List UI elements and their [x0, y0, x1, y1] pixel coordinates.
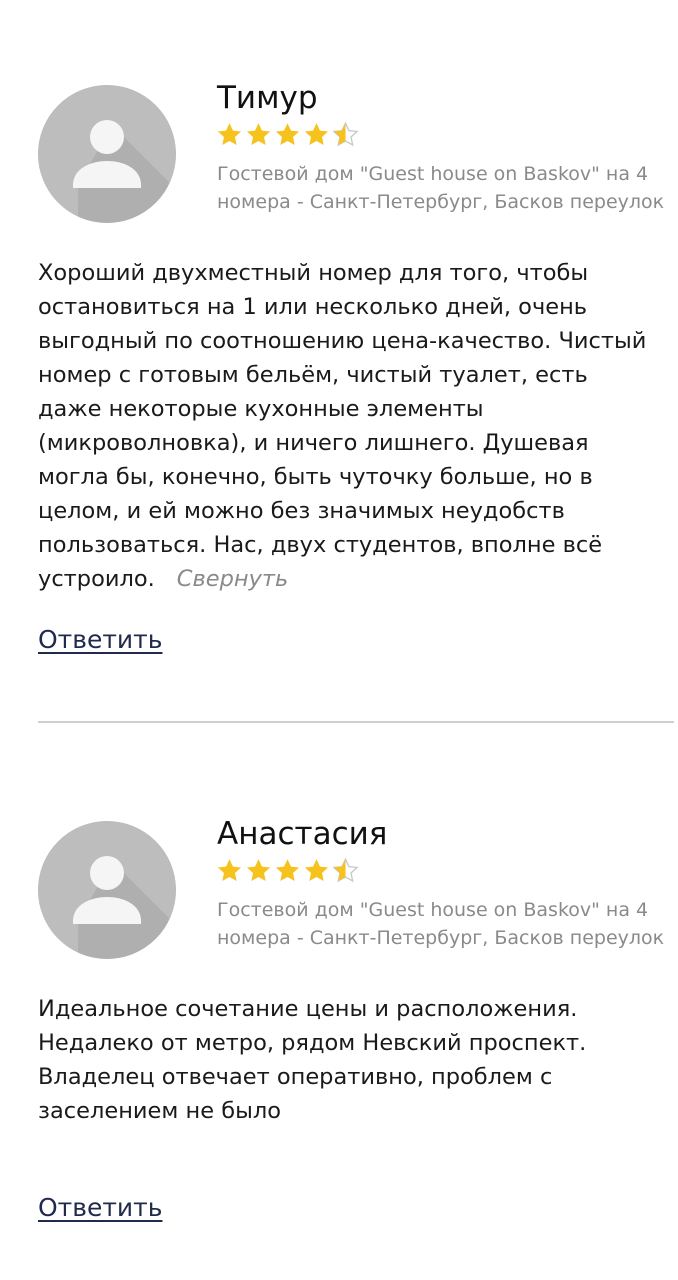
star-icon: [217, 859, 242, 882]
star-icon: [246, 859, 271, 882]
default-user-icon: [38, 821, 176, 959]
reply-link[interactable]: Ответить: [38, 622, 162, 658]
avatar: [38, 821, 176, 959]
rating-stars: [216, 121, 359, 151]
default-user-icon: [38, 85, 176, 223]
star-icon: [275, 123, 300, 146]
review-author: Тимур: [217, 80, 318, 116]
review-author: Анастасия: [217, 816, 388, 852]
star-icon: [275, 859, 300, 882]
review-text-body: Хороший двухместный номер для того, чтоб…: [38, 260, 647, 592]
star-icon: [217, 123, 242, 146]
rating-stars: [216, 857, 359, 887]
review-place: Гостевой дом "Guest house on Baskov" на …: [217, 163, 665, 213]
review-text: Хороший двухместный номер для того, чтоб…: [38, 256, 658, 596]
reply-link[interactable]: Ответить: [38, 1190, 162, 1226]
star-icon: [246, 123, 271, 146]
review-text: Идеальное сочетание цены и расположения.…: [38, 996, 587, 1124]
review-divider: [38, 721, 674, 723]
avatar: [38, 85, 176, 223]
half-star-icon: [332, 121, 359, 147]
star-icon: [304, 859, 329, 882]
review-place: Гостевой дом "Guest house on Baskov" на …: [217, 899, 665, 949]
half-star-icon: [332, 857, 359, 883]
collapse-link[interactable]: Свернуть: [177, 566, 289, 592]
star-icon: [304, 123, 329, 146]
